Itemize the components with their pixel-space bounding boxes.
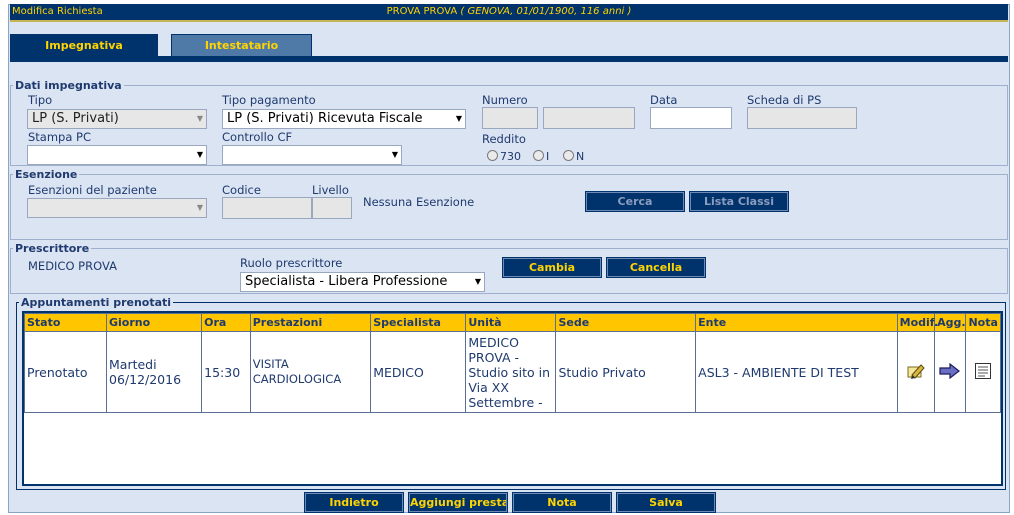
col-header-prestazioni[interactable]: Prestazioni [249, 313, 372, 332]
col-header-specialista[interactable]: Specialista [370, 313, 467, 332]
patient-header: PROVA PROVA ( GENOVA, 01/01/1900, 116 an… [10, 6, 1008, 17]
data-label: Data [650, 93, 678, 107]
esenzione-legend: Esenzione [15, 168, 78, 181]
cerca-button[interactable]: Cerca [586, 192, 684, 211]
title-bar: Modifica Richiesta PROVA PROVA ( GENOVA,… [10, 4, 1008, 22]
radio-circle-icon [487, 150, 498, 161]
codice-field[interactable] [222, 197, 312, 219]
cell-specialista: MEDICO [370, 331, 467, 413]
esenzione-status: Nessuna Esenzione [363, 195, 475, 209]
chevron-down-icon: ▼ [196, 114, 203, 123]
controllo-cf-label: Controllo CF [222, 130, 293, 144]
appuntamenti-legend: Appuntamenti prenotati [21, 296, 172, 309]
tab-impegnativa[interactable]: Impegnativa [10, 34, 158, 56]
radio-circle-icon [563, 150, 574, 161]
chevron-down-icon: ▼ [391, 150, 398, 159]
col-header-modif[interactable]: Modif. [896, 313, 938, 332]
tipo-pagamento-value: LP (S. Privati) Ricevuta Fiscale [227, 111, 423, 126]
radio-circle-icon [533, 150, 544, 161]
reddito-radio-730[interactable]: 730 [487, 150, 521, 163]
livello-field[interactable] [312, 197, 352, 219]
codice-label: Codice [222, 183, 261, 197]
table-header-row: Stato Giorno Ora Prestazioni Specialista… [24, 313, 1001, 332]
edit-pencil-icon[interactable] [906, 361, 926, 381]
tipo-pagamento-select[interactable]: LP (S. Privati) Ricevuta Fiscale ▼ [222, 109, 466, 129]
nota-button[interactable]: Nota [513, 493, 611, 512]
reddito-radio-n[interactable]: N [563, 150, 584, 163]
reddito-radio-i[interactable]: I [533, 150, 549, 163]
cambia-button[interactable]: Cambia [503, 258, 601, 277]
cell-ente: ASL3 - AMBIENTE DI TEST [695, 331, 898, 413]
col-header-unita[interactable]: Unità [465, 313, 557, 332]
stampa-pc-select[interactable]: ▼ [27, 145, 207, 165]
tipo-select[interactable]: LP (S. Privati) ▼ [27, 109, 207, 129]
appuntamenti-table: Stato Giorno Ora Prestazioni Specialista… [24, 313, 1001, 413]
note-document-icon[interactable] [974, 362, 992, 380]
prescrittore-legend: Prescrittore [15, 242, 90, 255]
livello-label: Livello [312, 183, 349, 197]
stampa-pc-label: Stampa PC [28, 130, 92, 144]
esenzioni-paziente-select[interactable]: ▼ [27, 198, 207, 218]
esenzioni-paziente-label: Esenzioni del paziente [28, 183, 157, 197]
lista-classi-button[interactable]: Lista Classi [690, 192, 788, 211]
numero-field-1[interactable] [482, 107, 538, 129]
cell-sede: Studio Privato [555, 331, 697, 413]
patient-details: ( GENOVA, 01/01/1900, 116 anni ) [460, 6, 632, 17]
data-field[interactable] [650, 107, 732, 129]
table-row[interactable]: Prenotato Martedi 06/12/2016 15:30 VISITA… [24, 331, 1001, 413]
chevron-down-icon: ▼ [196, 203, 203, 212]
ruolo-prescrittore-select[interactable]: Specialista - Libera Professione ▼ [240, 272, 485, 292]
cell-agg [934, 331, 967, 413]
chevron-down-icon: ▼ [455, 114, 462, 123]
numero-label: Numero [482, 93, 528, 107]
tipo-label: Tipo [28, 93, 53, 107]
cell-ora: 15:30 [201, 331, 251, 413]
cell-unita: MEDICO PROVA - Studio sito in Via XX Settemb… [465, 331, 557, 413]
controllo-cf-select[interactable]: ▼ [222, 145, 402, 165]
numero-field-2[interactable] [543, 107, 635, 129]
ruolo-prescrittore-label: Ruolo prescrittore [240, 256, 343, 270]
cell-giorno: Martedi 06/12/2016 [105, 331, 203, 413]
prescrittore-name: MEDICO PROVA [28, 259, 117, 273]
tipo-pagamento-label: Tipo pagamento [222, 93, 316, 107]
tab-underline [10, 56, 1008, 62]
scheda-ps-label: Scheda di PS [747, 93, 822, 107]
cell-prestazioni: VISITA CARDIOLOGICA [249, 331, 372, 413]
col-header-sede[interactable]: Sede [555, 313, 697, 332]
chevron-down-icon: ▼ [474, 277, 481, 286]
col-header-ente[interactable]: Ente [695, 313, 898, 332]
col-header-stato[interactable]: Stato [24, 313, 107, 332]
col-header-agg[interactable]: Agg. [934, 313, 967, 332]
cell-nota [965, 331, 1001, 413]
patient-name: PROVA PROVA [386, 6, 458, 17]
reddito-label: Reddito [482, 132, 526, 146]
scheda-ps-field[interactable] [747, 107, 857, 129]
cell-modif [896, 331, 936, 413]
tipo-value: LP (S. Privati) [32, 111, 119, 126]
indietro-button[interactable]: Indietro [305, 493, 403, 512]
col-header-ora[interactable]: Ora [201, 313, 251, 332]
cell-stato: Prenotato [24, 331, 107, 413]
col-header-nota[interactable]: Nota [965, 313, 1001, 332]
arrow-right-icon[interactable] [939, 362, 961, 379]
dati-impegnativa-legend: Dati impegnativa [15, 79, 122, 92]
aggiungi-prestazione-button[interactable]: Aggiungi presta [409, 493, 507, 512]
chevron-down-icon: ▼ [196, 150, 203, 159]
col-header-giorno[interactable]: Giorno [105, 313, 203, 332]
tab-intestatario[interactable]: Intestatario [171, 34, 312, 56]
ruolo-prescrittore-value: Specialista - Libera Professione [245, 274, 448, 289]
cancella-button[interactable]: Cancella [607, 258, 705, 277]
salva-button[interactable]: Salva [617, 493, 715, 512]
